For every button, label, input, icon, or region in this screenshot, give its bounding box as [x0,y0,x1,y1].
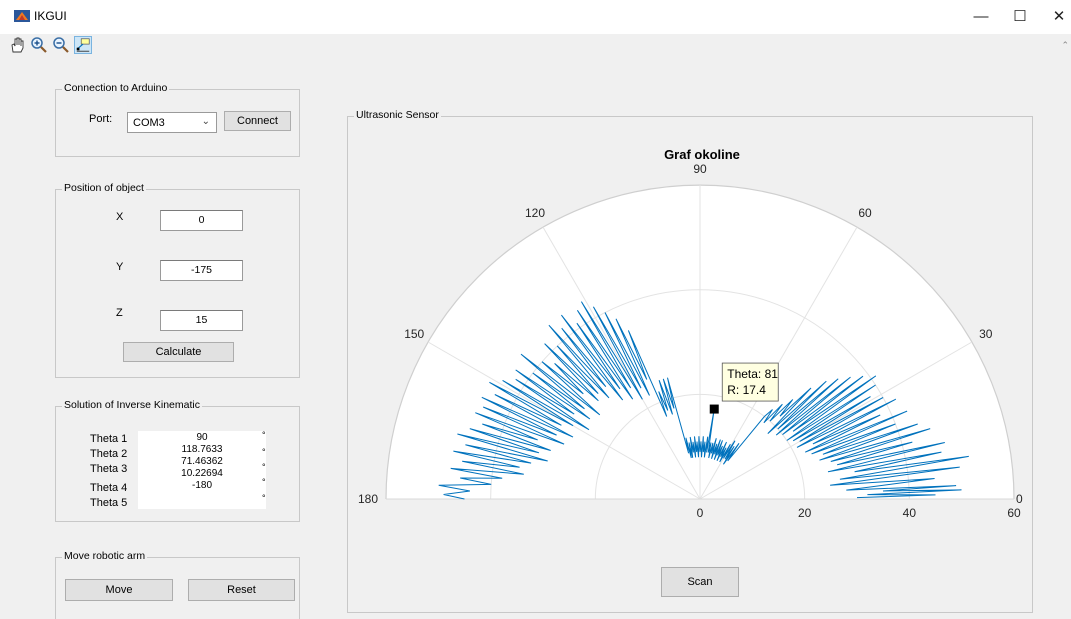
theta-2-degree-mark: ° [262,447,266,457]
move-button[interactable]: Move [65,579,173,601]
position-panel: Position of object X 0 Y -175 Z 15 Calcu… [55,182,300,378]
x-input[interactable]: 0 [160,210,243,231]
theta-4-degree-mark: ° [262,477,266,487]
theta-5-degree-mark: ° [262,493,266,503]
theta-4-label: Theta 4 [90,482,128,494]
position-panel-title: Position of object [62,182,146,194]
calculate-button[interactable]: Calculate [123,342,234,362]
solution-panel-title: Solution of Inverse Kinematic [62,399,202,411]
port-dropdown[interactable]: COM3 ⌄ [127,112,217,133]
connection-panel-title: Connection to Arduino [62,82,170,94]
theta-5-label: Theta 5 [90,497,128,509]
theta-1-label: Theta 1 [90,433,128,445]
chevron-down-icon: ⌄ [201,116,210,127]
theta-values-box: 90 118.7633 71.46362 10.22694 -180 [138,431,266,509]
y-label: Y [116,261,124,273]
theta-1-value: 90 [196,432,208,443]
port-dropdown-value: COM3 [133,117,165,129]
figure-toolbar: ⌃ [0,34,1071,56]
connection-panel: Connection to Arduino Port: COM3 ⌄ Conne… [55,82,300,157]
maximize-button[interactable]: ☐ [1005,6,1035,28]
y-input[interactable]: -175 [160,260,243,281]
pan-hand-icon[interactable] [8,36,26,54]
z-label: Z [116,307,123,319]
scan-button[interactable]: Scan [661,567,739,597]
title-bar: IKGUI — ☐ ✕ [0,0,1071,34]
x-label: X [116,211,124,223]
matlab-app-icon [14,10,30,22]
zoom-in-icon[interactable] [30,36,48,54]
ultrasonic-sensor-panel: Ultrasonic Sensor Scan [347,109,1033,613]
theta-4-value: 10.22694 [181,468,223,479]
close-button[interactable]: ✕ [1044,6,1071,28]
theta-2-label: Theta 2 [90,448,128,460]
theta-3-value: 71.46362 [181,456,223,467]
reset-button[interactable]: Reset [188,579,295,601]
theta-1-degree-mark: ° [262,430,266,440]
theta-3-degree-mark: ° [262,462,266,472]
theta-5-value: -180 [191,480,212,491]
connect-button[interactable]: Connect [224,111,291,131]
ultrasonic-sensor-panel-title: Ultrasonic Sensor [354,109,441,121]
minimize-button[interactable]: — [966,6,996,28]
move-panel-title: Move robotic arm [62,550,148,562]
theta-3-label: Theta 3 [90,463,128,475]
theta-2-value: 118.7633 [181,444,223,455]
window-title: IKGUI [34,9,67,23]
move-panel: Move robotic arm Move Reset [55,550,300,619]
toolbar-overflow-icon[interactable]: ⌃ [1061,40,1069,51]
port-label: Port: [89,113,113,125]
z-input[interactable]: 15 [160,310,243,331]
zoom-out-icon[interactable] [52,36,70,54]
solution-panel: Solution of Inverse Kinematic Theta 1 Th… [55,399,300,522]
data-cursor-icon[interactable] [74,36,92,54]
